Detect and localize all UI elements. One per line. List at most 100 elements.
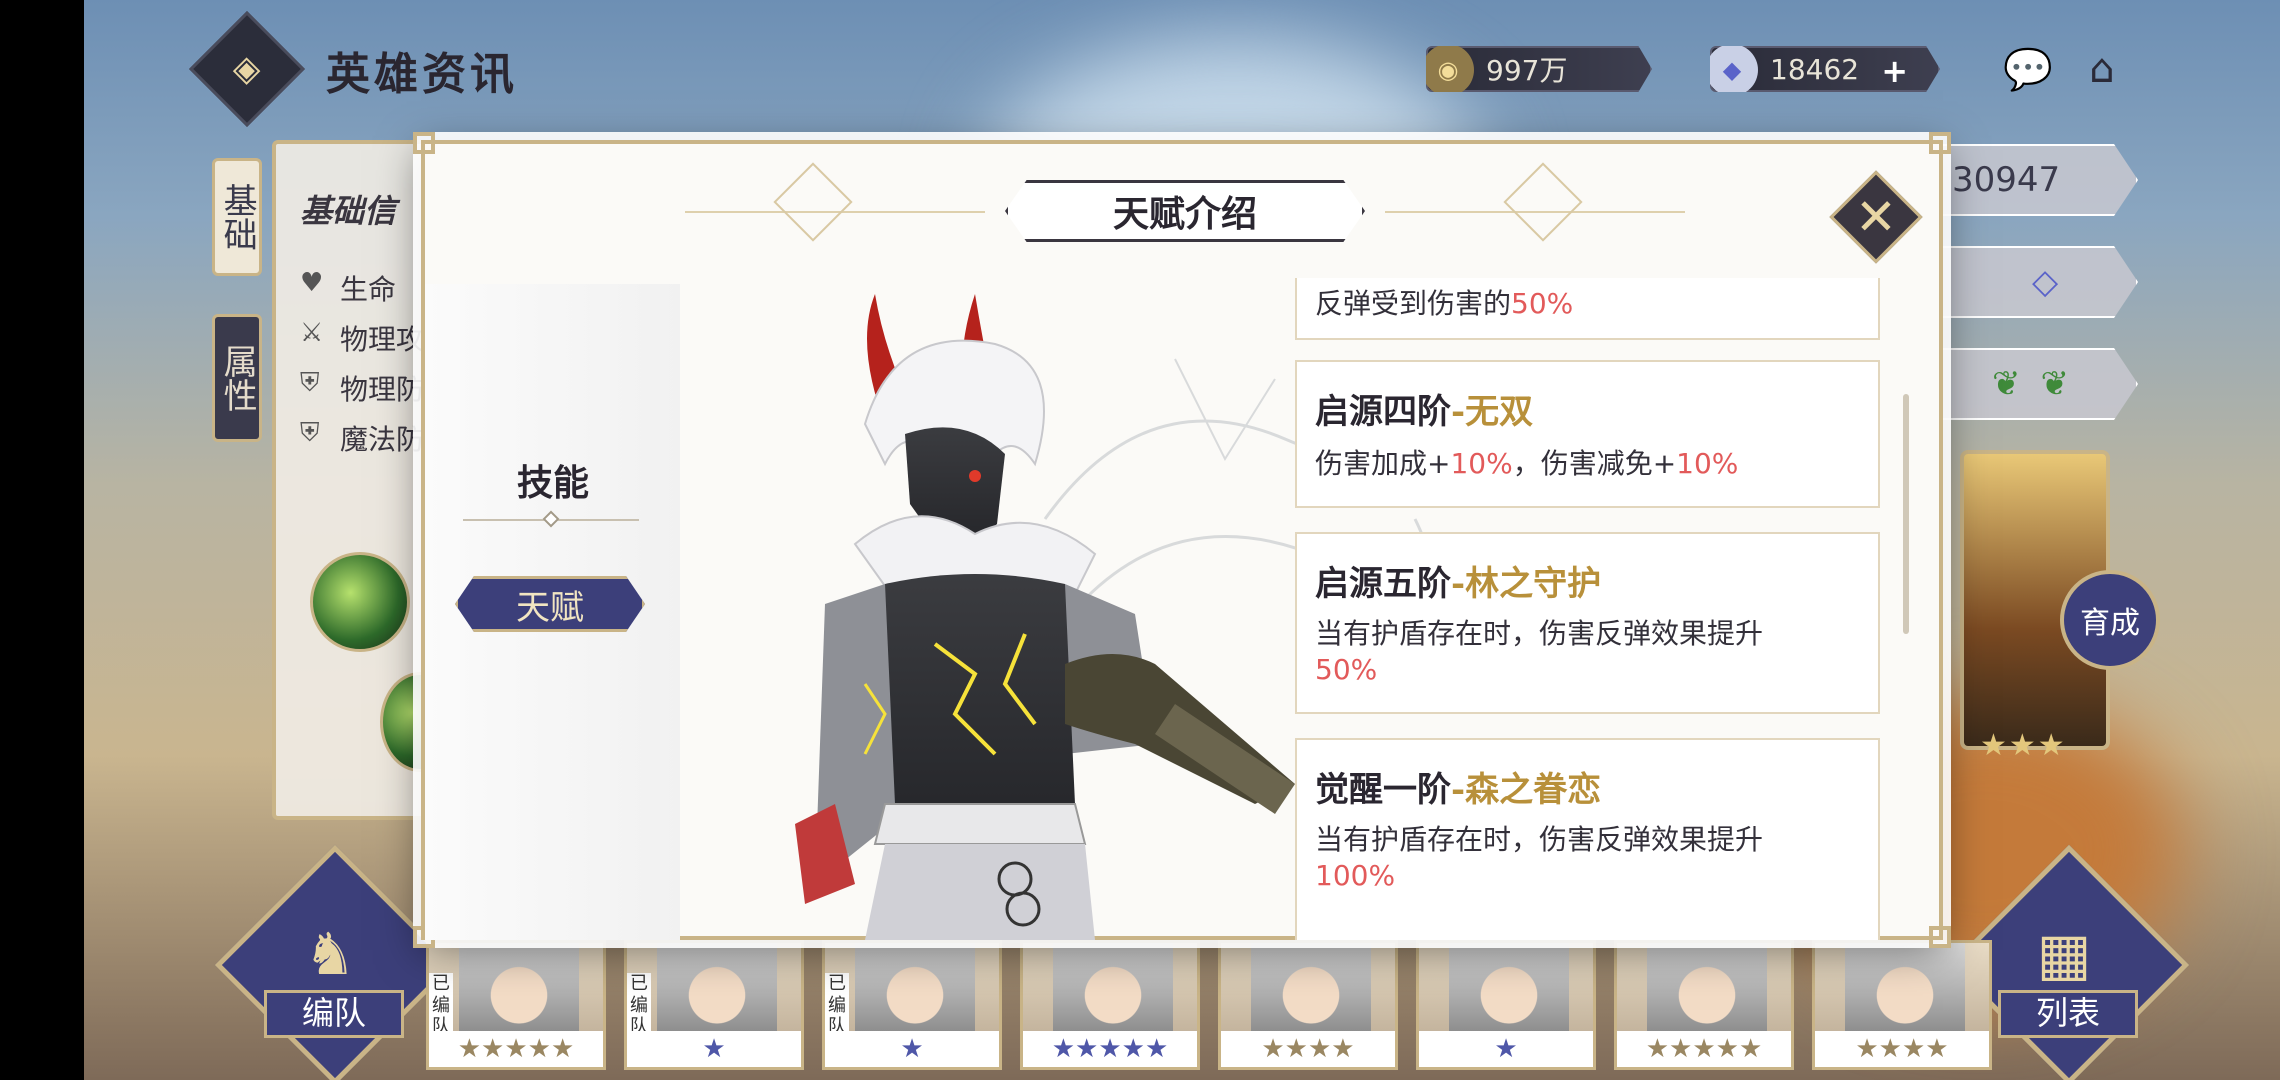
talent-desc-text: 反弹受到伤害的 <box>1315 287 1512 320</box>
stat-mdef-label: 魔法防 <box>340 423 425 456</box>
star-rating: ★ <box>627 1031 801 1067</box>
page-title: 英雄资讯 <box>326 49 518 100</box>
gem-currency: ◆ 18462 + <box>1710 46 1940 92</box>
hero-face <box>1449 943 1569 1038</box>
stat-hp-label: 生命 <box>340 273 397 306</box>
tab-skill[interactable]: 技能 <box>517 454 589 506</box>
talent-desc-value: 100% <box>1315 859 1396 892</box>
talent-scrollbar[interactable] <box>1903 394 1909 634</box>
talent-desc: 当有护盾存在时，伤害反弹效果提升 100% <box>1315 822 1855 894</box>
magic-shield-icon: ⛨ <box>300 418 320 448</box>
talent-name: 启源五阶-林之守护 <box>1315 556 1601 605</box>
gold-amount: 997万 <box>1486 54 1568 87</box>
power-bar[interactable]: 30947 <box>1938 144 2138 216</box>
chat-icon[interactable]: 💬 <box>2000 44 2056 94</box>
tab-basic-label: 基础 <box>217 183 258 251</box>
basic-info-title: 基础信 <box>300 192 397 230</box>
star-rating: ★★★★ <box>1221 1031 1395 1067</box>
power-value: 30947 <box>1952 160 2061 200</box>
talent-desc-text: 伤害加成+ <box>1315 447 1451 480</box>
gold-currency: ◉ 997万 <box>1426 46 1652 92</box>
talent-item: 启源四阶-无双 伤害加成+10%，伤害减免+10% <box>1295 360 1880 508</box>
team-label[interactable]: 编队 <box>264 990 404 1038</box>
star-rating: ★★★★★ <box>429 1031 603 1067</box>
leaf-icon: ❦ <box>1992 364 2021 404</box>
hero-face <box>657 943 777 1038</box>
talent-title: -无双 <box>1451 392 1534 432</box>
talent-desc-value: 10% <box>1450 447 1513 480</box>
star-rating: ★★★★ <box>1815 1031 1989 1067</box>
talent-stage: 启源五阶 <box>1315 564 1451 604</box>
roster-card[interactable]: 已编队 ★ <box>624 940 804 1070</box>
sword-icon: ⚔ <box>300 318 324 348</box>
tab-attributes-label: 属性 <box>217 344 258 412</box>
roster-card[interactable]: 已编队 ★ <box>822 940 1002 1070</box>
back-button[interactable]: ◈ <box>189 11 305 127</box>
tab-basic[interactable]: 基础 <box>212 158 262 276</box>
roster-card[interactable]: ★★★★ <box>1218 940 1398 1070</box>
stat-patk-label: 物理攻 <box>340 323 425 356</box>
talent-name: 觉醒一阶-森之眷恋 <box>1315 762 1601 811</box>
star-rating: ★★★★★ <box>1617 1031 1791 1067</box>
home-icon[interactable]: ⌂ <box>2074 44 2130 94</box>
hero-face <box>855 943 975 1038</box>
talent-item: 觉醒一阶-森之眷恋 当有护盾存在时，伤害反弹效果提升 100% <box>1295 738 1880 940</box>
talent-desc-text: 当有护盾存在时，伤害反弹效果提升 <box>1315 617 1764 650</box>
talent-title: -林之守护 <box>1451 564 1602 604</box>
talent-item: 反弹受到伤害的50% <box>1295 278 1880 340</box>
diamond-deco <box>773 162 853 242</box>
eye-glow <box>969 470 981 482</box>
gold-coin-icon: ◉ <box>1426 46 1474 92</box>
chess-knight-icon: ♞ <box>304 920 356 988</box>
roster-card[interactable]: ★★★★ <box>1812 940 1992 1070</box>
talent-desc-value: 50% <box>1511 287 1574 320</box>
element-bar[interactable]: ❦ ❦ <box>1938 348 2138 420</box>
in-team-tag: 已编队 <box>627 973 651 1038</box>
close-icon: ✕ <box>1855 188 1897 246</box>
in-team-tag: 已编队 <box>825 973 849 1038</box>
talent-item: 启源五阶-林之守护 当有护盾存在时，伤害反弹效果提升 50% <box>1295 532 1880 714</box>
in-team-tag: 已编队 <box>429 973 453 1038</box>
gem-amount: 18462 <box>1770 52 1860 86</box>
modal-title-banner: 天赋介绍 <box>1005 180 1365 242</box>
grow-label: 育成 <box>2080 606 2140 641</box>
gem-icon: ◆ <box>1710 46 1758 92</box>
heart-icon: ♥ <box>300 268 324 298</box>
talent-stage: 觉醒一阶 <box>1315 770 1451 810</box>
talent-desc-value: 50% <box>1315 653 1378 686</box>
equip-bar[interactable]: ◇ <box>1938 246 2138 318</box>
talent-title: -森之眷恋 <box>1451 770 1602 810</box>
modal-title: 天赋介绍 <box>1005 180 1365 242</box>
roster-card[interactable]: 已编队 ★★★★★ <box>426 940 606 1070</box>
roster-card[interactable]: ★★★★★ <box>1020 940 1200 1070</box>
grid-icon: ▦ <box>2036 920 2092 988</box>
talent-desc: 当有护盾存在时，伤害反弹效果提升 50% <box>1315 616 1855 688</box>
list-label[interactable]: 列表 <box>1998 990 2138 1038</box>
hero-face <box>459 943 579 1038</box>
hero-face <box>1647 943 1767 1038</box>
back-arrow-icon: ◈ <box>233 48 261 90</box>
hero-card-stars: ★★★ <box>1980 728 2067 763</box>
hero-illustration <box>795 294 1295 940</box>
corner-deco <box>1929 926 1951 948</box>
talent-desc: 伤害加成+10%，伤害减免+10% <box>1315 446 1855 482</box>
roster-card[interactable]: ★★★★★ <box>1614 940 1794 1070</box>
add-gem-button[interactable]: + <box>1881 52 1908 90</box>
stat-pdef-label: 物理防 <box>340 373 425 406</box>
star-rating: ★ <box>1419 1031 1593 1067</box>
tab-talent[interactable]: 天赋 <box>455 576 645 632</box>
hero-face <box>1251 943 1371 1038</box>
wind-icon: ❦ <box>2040 364 2070 404</box>
grow-button[interactable]: 育成 <box>2060 570 2160 670</box>
star-rating: ★★★★★ <box>1023 1031 1197 1067</box>
talent-list[interactable]: 反弹受到伤害的50% 启源四阶-无双 伤害加成+10%，伤害减免+10% 启源五… <box>1295 278 1880 940</box>
equip-gem-icon: ◇ <box>2032 262 2059 302</box>
tab-attributes[interactable]: 属性 <box>212 314 262 442</box>
corner-deco <box>413 132 435 154</box>
close-button[interactable]: ✕ <box>1829 170 1923 264</box>
roster-card[interactable]: ★ <box>1416 940 1596 1070</box>
corner-deco <box>1929 132 1951 154</box>
star-rating: ★ <box>825 1031 999 1067</box>
shield-icon: ⛨ <box>300 368 320 398</box>
skill-orb[interactable] <box>310 552 410 652</box>
